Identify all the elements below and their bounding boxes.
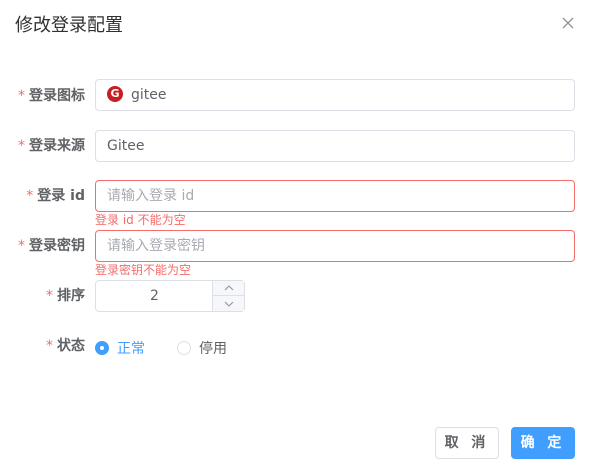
increase-button[interactable] (213, 281, 244, 296)
chevron-up-icon (224, 285, 233, 291)
status-field-label: * 状态 (46, 338, 85, 354)
required-mark: * (46, 338, 53, 354)
login-id-error: 登录 id 不能为空 (95, 213, 186, 227)
login-icon-value: gitee (131, 87, 167, 103)
required-mark: * (18, 138, 25, 154)
source-field-label: * 登录来源 (18, 138, 85, 154)
status-radio-disabled[interactable]: 停用 (177, 338, 227, 358)
required-mark: * (18, 88, 25, 104)
login-source-value: Gitee (107, 138, 145, 154)
edit-login-config-dialog: 修改登录配置 *登录图标 gitee *登录来源 Gitee *登录 id 请输… (0, 0, 597, 475)
required-mark: * (26, 188, 34, 204)
chevron-down-icon (224, 301, 233, 307)
required-mark: * (18, 238, 25, 254)
id-field-label: * 登录 id (26, 188, 85, 204)
secret-field-label: * 登录密钥 (18, 238, 85, 254)
login-secret-input[interactable]: 请输入登录密钥 (95, 230, 575, 262)
gitee-logo-icon (107, 86, 123, 102)
radio-dot-icon (177, 341, 191, 355)
login-secret-placeholder: 请输入登录密钥 (107, 238, 205, 254)
icon-field-label: * 登录图标 (18, 88, 85, 104)
login-source-input[interactable]: Gitee (95, 130, 575, 162)
login-id-placeholder: 请输入登录 id (107, 188, 195, 204)
status-radio-disabled-label: 停用 (199, 341, 227, 357)
sort-stepper[interactable]: 2 (95, 280, 245, 312)
sort-field-label: * 排序 (46, 288, 85, 304)
cancel-button[interactable]: 取 消 (435, 427, 499, 459)
dialog-title: 修改登录配置 (15, 15, 123, 36)
radio-dot-icon (95, 341, 109, 355)
decrease-button[interactable] (213, 296, 244, 311)
status-radio-normal[interactable]: 正常 (95, 338, 145, 358)
status-radio-normal-label: 正常 (117, 341, 145, 357)
login-icon-select[interactable]: gitee (95, 79, 575, 111)
close-icon[interactable] (560, 15, 576, 31)
login-id-input[interactable]: 请输入登录 id (95, 180, 575, 212)
sort-value[interactable]: 2 (96, 281, 213, 311)
confirm-button[interactable]: 确 定 (511, 427, 575, 459)
login-secret-error: 登录密钥不能为空 (95, 263, 192, 277)
required-mark: * (46, 288, 53, 304)
